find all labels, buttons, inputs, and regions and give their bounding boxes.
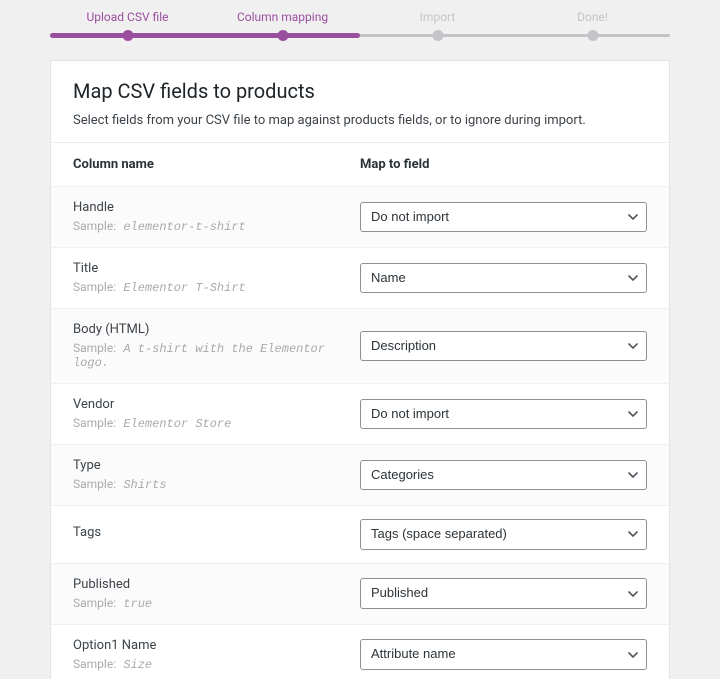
card-header: Map CSV fields to products Select fields… bbox=[51, 61, 669, 142]
mapping-row: Body (HTML) Sample: A t-shirt with the E… bbox=[51, 308, 669, 383]
map-to-field-cell: Do not importNameDescriptionCategoriesTa… bbox=[360, 519, 647, 550]
mapping-select-wrap: Do not importNameDescriptionCategoriesTa… bbox=[360, 263, 647, 294]
sample-value: Size bbox=[123, 658, 152, 672]
column-sample: Sample: elementor-t-shirt bbox=[73, 219, 348, 234]
column-sample: Sample: Elementor T-Shirt bbox=[73, 280, 348, 295]
step-label: Done! bbox=[577, 10, 608, 24]
mapping-select-wrap: Do not importNameDescriptionCategoriesTa… bbox=[360, 331, 647, 362]
column-name-label: Type bbox=[73, 458, 348, 473]
column-sample: Sample: true bbox=[73, 596, 348, 611]
mapping-row: Title Sample: Elementor T-Shirt Do not i… bbox=[51, 247, 669, 308]
mapping-select[interactable]: Do not importNameDescriptionCategoriesTa… bbox=[360, 263, 647, 294]
column-name-label: Vendor bbox=[73, 397, 348, 412]
map-to-field-cell: Do not importNameDescriptionCategoriesTa… bbox=[360, 578, 647, 609]
step-mapping: Column mapping bbox=[205, 10, 360, 24]
mapping-table-header: Column name Map to field bbox=[51, 142, 669, 186]
column-name-label: Published bbox=[73, 577, 348, 592]
sample-prefix: Sample: bbox=[73, 596, 116, 610]
mapping-card: Map CSV fields to products Select fields… bbox=[50, 60, 670, 679]
column-sample: Sample: Shirts bbox=[73, 477, 348, 492]
mapping-row: Option1 Name Sample: Size Do not importN… bbox=[51, 624, 669, 679]
step-import: Import bbox=[360, 10, 515, 24]
mapping-select[interactable]: Do not importNameDescriptionCategoriesTa… bbox=[360, 331, 647, 362]
column-name-cell: Title Sample: Elementor T-Shirt bbox=[73, 261, 360, 295]
sample-prefix: Sample: bbox=[73, 341, 116, 355]
step-label: Upload CSV file bbox=[86, 10, 168, 24]
map-to-field-cell: Do not importNameDescriptionCategoriesTa… bbox=[360, 460, 647, 491]
step-label: Import bbox=[420, 10, 456, 24]
progress-node-upload bbox=[122, 30, 133, 41]
mapping-row: Type Sample: Shirts Do not importNameDes… bbox=[51, 444, 669, 505]
map-to-field-cell: Do not importNameDescriptionCategoriesTa… bbox=[360, 639, 647, 670]
mapping-select[interactable]: Do not importNameDescriptionCategoriesTa… bbox=[360, 639, 647, 670]
column-sample: Sample: A t-shirt with the Elementor log… bbox=[73, 341, 348, 370]
map-to-field-cell: Do not importNameDescriptionCategoriesTa… bbox=[360, 202, 647, 233]
header-column-name: Column name bbox=[73, 157, 360, 172]
sample-value: Shirts bbox=[123, 478, 166, 492]
column-name-label: Body (HTML) bbox=[73, 322, 348, 337]
mapping-row: Vendor Sample: Elementor Store Do not im… bbox=[51, 383, 669, 444]
sample-value: Elementor Store bbox=[123, 417, 231, 431]
mapping-table-body: Handle Sample: elementor-t-shirt Do not … bbox=[51, 186, 669, 679]
mapping-row: Tags Do not importNameDescriptionCategor… bbox=[51, 505, 669, 563]
progress-node-import bbox=[432, 30, 443, 41]
progress-node-done bbox=[587, 30, 598, 41]
step-upload: Upload CSV file bbox=[50, 10, 205, 24]
mapping-select-wrap: Do not importNameDescriptionCategoriesTa… bbox=[360, 519, 647, 550]
mapping-select[interactable]: Do not importNameDescriptionCategoriesTa… bbox=[360, 519, 647, 550]
progress-track bbox=[50, 30, 670, 42]
sample-value: Elementor T-Shirt bbox=[123, 281, 245, 295]
column-name-label: Tags bbox=[73, 525, 348, 540]
column-name-cell: Handle Sample: elementor-t-shirt bbox=[73, 200, 360, 234]
sample-value: elementor-t-shirt bbox=[123, 220, 245, 234]
column-sample: Sample: Size bbox=[73, 657, 348, 672]
column-name-cell: Vendor Sample: Elementor Store bbox=[73, 397, 360, 431]
step-done: Done! bbox=[515, 10, 670, 24]
import-progress: Upload CSV file Column mapping Import Do… bbox=[0, 0, 720, 42]
mapping-select[interactable]: Do not importNameDescriptionCategoriesTa… bbox=[360, 460, 647, 491]
mapping-select-wrap: Do not importNameDescriptionCategoriesTa… bbox=[360, 639, 647, 670]
sample-prefix: Sample: bbox=[73, 657, 116, 671]
mapping-select-wrap: Do not importNameDescriptionCategoriesTa… bbox=[360, 399, 647, 430]
sample-prefix: Sample: bbox=[73, 219, 116, 233]
sample-value: true bbox=[123, 597, 152, 611]
column-name-label: Title bbox=[73, 261, 348, 276]
column-name-label: Option1 Name bbox=[73, 638, 348, 653]
sample-prefix: Sample: bbox=[73, 416, 116, 430]
column-name-cell: Body (HTML) Sample: A t-shirt with the E… bbox=[73, 322, 360, 370]
mapping-select-wrap: Do not importNameDescriptionCategoriesTa… bbox=[360, 578, 647, 609]
progress-track-fill bbox=[50, 33, 360, 38]
map-to-field-cell: Do not importNameDescriptionCategoriesTa… bbox=[360, 331, 647, 362]
column-name-cell: Tags bbox=[73, 525, 360, 544]
progress-node-mapping bbox=[277, 30, 288, 41]
column-name-cell: Published Sample: true bbox=[73, 577, 360, 611]
map-to-field-cell: Do not importNameDescriptionCategoriesTa… bbox=[360, 263, 647, 294]
mapping-row: Published Sample: true Do not importName… bbox=[51, 563, 669, 624]
page-title: Map CSV fields to products bbox=[73, 79, 647, 103]
progress-steps: Upload CSV file Column mapping Import Do… bbox=[50, 10, 670, 24]
column-name-cell: Type Sample: Shirts bbox=[73, 458, 360, 492]
sample-prefix: Sample: bbox=[73, 477, 116, 491]
column-sample: Sample: Elementor Store bbox=[73, 416, 348, 431]
mapping-select[interactable]: Do not importNameDescriptionCategoriesTa… bbox=[360, 202, 647, 233]
column-name-label: Handle bbox=[73, 200, 348, 215]
step-label: Column mapping bbox=[237, 10, 328, 24]
header-map-to-field: Map to field bbox=[360, 157, 647, 172]
map-to-field-cell: Do not importNameDescriptionCategoriesTa… bbox=[360, 399, 647, 430]
mapping-select-wrap: Do not importNameDescriptionCategoriesTa… bbox=[360, 202, 647, 233]
mapping-select-wrap: Do not importNameDescriptionCategoriesTa… bbox=[360, 460, 647, 491]
sample-prefix: Sample: bbox=[73, 280, 116, 294]
mapping-select[interactable]: Do not importNameDescriptionCategoriesTa… bbox=[360, 578, 647, 609]
mapping-select[interactable]: Do not importNameDescriptionCategoriesTa… bbox=[360, 399, 647, 430]
mapping-row: Handle Sample: elementor-t-shirt Do not … bbox=[51, 186, 669, 247]
column-name-cell: Option1 Name Sample: Size bbox=[73, 638, 360, 672]
page-subtitle: Select fields from your CSV file to map … bbox=[73, 113, 647, 128]
